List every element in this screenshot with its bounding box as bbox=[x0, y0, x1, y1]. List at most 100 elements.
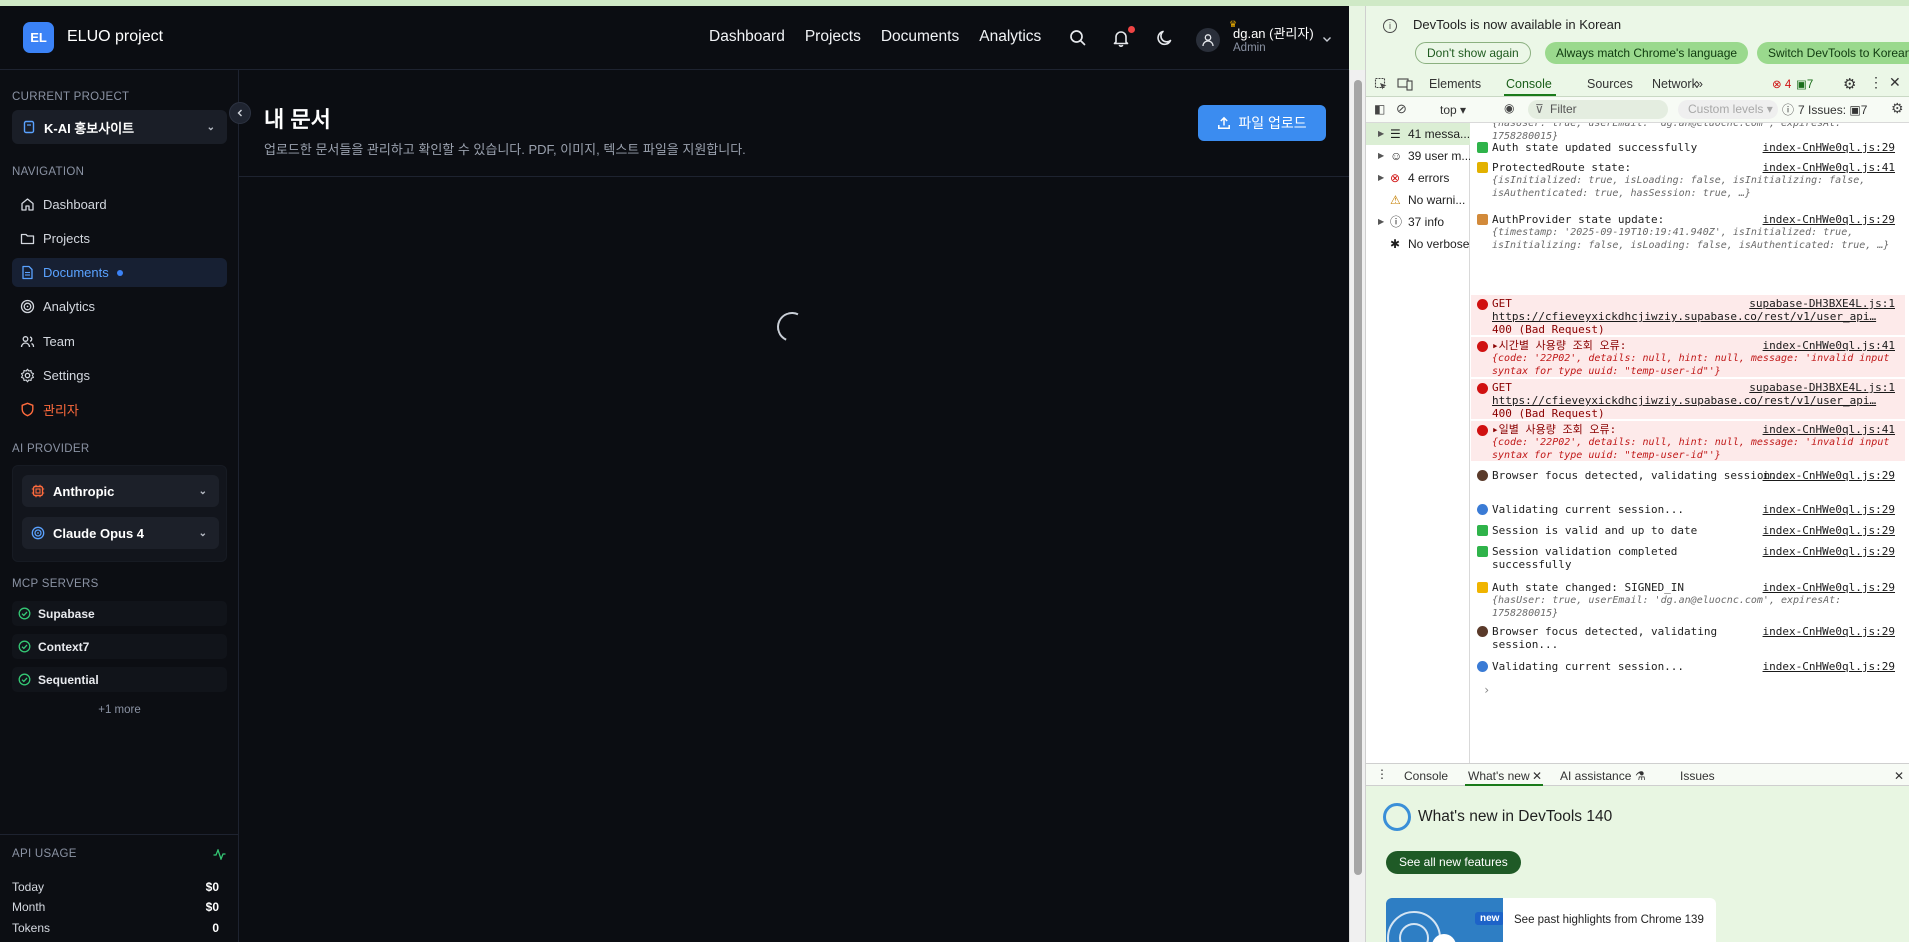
topnav-projects[interactable]: Projects bbox=[805, 28, 861, 46]
sidebar-item-dashboard[interactable]: Dashboard bbox=[12, 190, 227, 219]
log-source-link[interactable]: index-CnHWe0ql.js:41 bbox=[1763, 423, 1895, 436]
log-entry[interactable]: Auth state changed: SIGNED_IN index-CnHW… bbox=[1471, 581, 1905, 620]
close-drawer-icon[interactable]: ✕ bbox=[1894, 769, 1904, 783]
log-entry[interactable]: Session validation completed successfull… bbox=[1471, 545, 1905, 573]
search-icon[interactable] bbox=[1068, 28, 1088, 48]
log-entry[interactable]: AuthProvider state update: index-CnHWe0q… bbox=[1471, 213, 1905, 265]
sidebar-user-messages[interactable]: ▶ ☺ 39 user m... bbox=[1366, 145, 1470, 167]
sidebar-item-team[interactable]: Team bbox=[12, 327, 227, 356]
log-source-link[interactable]: index-CnHWe0ql.js:41 bbox=[1763, 339, 1895, 352]
provider-select[interactable]: Anthropic ⌄ bbox=[22, 475, 219, 507]
topnav-analytics[interactable]: Analytics bbox=[979, 28, 1041, 46]
log-entry[interactable]: ProtectedRoute state: index-CnHWe0ql.js:… bbox=[1471, 161, 1905, 209]
log-entry[interactable]: Browser focus detected, validating sessi… bbox=[1471, 625, 1905, 653]
log-levels-select[interactable]: Custom levels ▾ bbox=[1678, 100, 1778, 119]
settings-gear-icon[interactable]: ⚙ bbox=[1843, 75, 1856, 93]
log-object[interactable]: {hasUser: true, userEmail: 'dg.an@eluocn… bbox=[1492, 123, 1905, 143]
filter-input[interactable]: ⊽ Filter bbox=[1528, 100, 1668, 119]
highlights-card[interactable]: new See past highlights from Chrome 139 bbox=[1386, 898, 1716, 942]
issues-counter[interactable]: 7 Issues: ▣7 bbox=[1798, 103, 1867, 117]
sidebar-info[interactable]: ▶ ⓘ 37 info bbox=[1366, 211, 1470, 233]
error-count-badge[interactable]: ⊗ 4 bbox=[1772, 77, 1791, 91]
live-expression-eye-icon[interactable]: ◉ bbox=[1504, 101, 1514, 115]
user-name[interactable]: dg.an (관리자) bbox=[1233, 23, 1314, 42]
upload-file-button[interactable]: 파일 업로드 bbox=[1198, 105, 1326, 141]
log-object[interactable]: {isInitialized: true, isLoading: false, … bbox=[1492, 174, 1905, 200]
sidebar-collapse-button[interactable] bbox=[229, 102, 251, 124]
mcp-more-link[interactable]: +1 more bbox=[0, 704, 239, 716]
drawer-menu-icon[interactable]: ⋮ bbox=[1376, 767, 1388, 781]
more-options-icon[interactable]: ⋮ bbox=[1869, 74, 1883, 91]
log-source-link[interactable]: index-CnHWe0ql.js:29 bbox=[1763, 581, 1895, 594]
log-source-link[interactable]: index-CnHWe0ql.js:41 bbox=[1763, 161, 1895, 174]
mcp-server-sequential[interactable]: Sequential bbox=[12, 667, 227, 692]
drawer-tab-console[interactable]: Console bbox=[1404, 769, 1448, 783]
log-source-link[interactable]: index-CnHWe0ql.js:29 bbox=[1763, 213, 1895, 226]
sidebar-item-analytics[interactable]: Analytics bbox=[12, 292, 227, 321]
drawer-tab-whats-new[interactable]: What's new bbox=[1468, 769, 1530, 783]
device-toolbar-icon[interactable] bbox=[1397, 77, 1413, 91]
log-entry-error[interactable]: GET supabase-DH3BXE4L.js:1 https://cfiev… bbox=[1471, 379, 1905, 420]
more-tabs-icon[interactable]: » bbox=[1696, 77, 1703, 91]
inspect-element-icon[interactable] bbox=[1374, 77, 1388, 91]
app-title[interactable]: ELUO project bbox=[67, 28, 163, 46]
log-entry[interactable]: {hasUser: true, userEmail: 'dg.an@eluocn… bbox=[1471, 123, 1905, 143]
log-source-link[interactable]: index-CnHWe0ql.js:29 bbox=[1763, 141, 1895, 154]
sidebar-messages[interactable]: ▶ ☰ 41 messa... bbox=[1366, 123, 1470, 145]
log-entry[interactable]: Auth state updated successfully index-Cn… bbox=[1471, 141, 1905, 157]
request-url-link[interactable]: https://cfieveyxickdhcjiwziy.supabase.co… bbox=[1492, 310, 1905, 323]
log-object[interactable]: {code: '22P02', details: null, hint: nul… bbox=[1492, 436, 1905, 462]
switch-to-korean-button[interactable]: Switch DevTools to Korean bbox=[1757, 42, 1909, 64]
match-chrome-language-button[interactable]: Always match Chrome's language bbox=[1545, 42, 1749, 64]
tab-console[interactable]: Console bbox=[1506, 77, 1552, 91]
tab-elements[interactable]: Elements bbox=[1429, 77, 1481, 91]
topnav-dashboard[interactable]: Dashboard bbox=[709, 28, 785, 46]
context-select[interactable]: top ▾ bbox=[1440, 103, 1466, 117]
log-source-link[interactable]: index-CnHWe0ql.js:29 bbox=[1763, 469, 1895, 482]
user-avatar[interactable] bbox=[1196, 28, 1220, 52]
sidebar-item-documents[interactable]: Documents bbox=[12, 258, 227, 287]
console-prompt-icon[interactable]: › bbox=[1483, 683, 1490, 697]
log-source-link[interactable]: index-CnHWe0ql.js:29 bbox=[1763, 660, 1895, 673]
log-source-link[interactable]: supabase-DH3BXE4L.js:1 bbox=[1749, 381, 1895, 394]
close-icon[interactable]: ✕ bbox=[1889, 74, 1901, 91]
log-object[interactable]: {code: '22P02', details: null, hint: nul… bbox=[1492, 352, 1905, 378]
model-select[interactable]: Claude Opus 4 ⌄ bbox=[22, 517, 219, 549]
log-entry[interactable]: Session is valid and up to date index-Cn… bbox=[1471, 524, 1905, 540]
log-source-link[interactable]: index-CnHWe0ql.js:29 bbox=[1763, 503, 1895, 516]
app-logo[interactable]: EL bbox=[23, 22, 54, 53]
sidebar-toggle-icon[interactable]: ◧ bbox=[1374, 102, 1385, 116]
see-all-features-button[interactable]: See all new features bbox=[1386, 851, 1521, 874]
sidebar-item-settings[interactable]: Settings bbox=[12, 361, 227, 390]
log-entry-error[interactable]: GET supabase-DH3BXE4L.js:1 https://cfiev… bbox=[1471, 295, 1905, 336]
log-entry[interactable]: Browser focus detected, validating sessi… bbox=[1471, 469, 1905, 497]
log-source-link[interactable]: supabase-DH3BXE4L.js:1 bbox=[1749, 297, 1895, 310]
page-scrollbar[interactable] bbox=[1349, 70, 1365, 942]
drawer-tab-ai-assistance[interactable]: AI assistance bbox=[1560, 769, 1631, 783]
chevron-down-icon[interactable] bbox=[1321, 33, 1333, 45]
log-entry-error[interactable]: ▸일별 사용량 조회 오류: index-CnHWe0ql.js:41 {cod… bbox=[1471, 421, 1905, 461]
log-object[interactable]: {hasUser: true, userEmail: 'dg.an@eluocn… bbox=[1492, 594, 1905, 620]
scrollbar-thumb[interactable] bbox=[1354, 80, 1362, 875]
topnav-documents[interactable]: Documents bbox=[881, 28, 959, 46]
request-url-link[interactable]: https://cfieveyxickdhcjiwziy.supabase.co… bbox=[1492, 394, 1905, 407]
sidebar-item-projects[interactable]: Projects bbox=[12, 224, 227, 253]
log-object[interactable]: {timestamp: '2025-09-19T10:19:41.940Z', … bbox=[1492, 226, 1905, 252]
close-icon[interactable]: ✕ bbox=[1532, 769, 1542, 783]
log-entry[interactable]: Validating current session... index-CnHW… bbox=[1471, 503, 1905, 519]
clear-console-icon[interactable]: ⊘ bbox=[1396, 101, 1407, 117]
log-source-link[interactable]: index-CnHWe0ql.js:29 bbox=[1763, 545, 1895, 558]
sidebar-verbose[interactable]: ✱ No verbose bbox=[1366, 233, 1470, 255]
log-source-link[interactable]: index-CnHWe0ql.js:29 bbox=[1763, 524, 1895, 537]
sidebar-errors[interactable]: ▶ ⊗ 4 errors bbox=[1366, 167, 1470, 189]
drawer-tab-issues[interactable]: Issues bbox=[1680, 769, 1715, 783]
sidebar-warnings[interactable]: ⚠ No warni... bbox=[1366, 189, 1470, 211]
log-entry[interactable]: Validating current session... index-CnHW… bbox=[1471, 660, 1905, 676]
tab-sources[interactable]: Sources bbox=[1587, 77, 1633, 91]
log-source-link[interactable]: index-CnHWe0ql.js:29 bbox=[1763, 625, 1895, 638]
message-count-badge[interactable]: ▣7 bbox=[1796, 77, 1813, 91]
dark-mode-moon-icon[interactable] bbox=[1155, 28, 1175, 48]
log-entry-error[interactable]: ▸시간별 사용량 조회 오류: index-CnHWe0ql.js:41 {co… bbox=[1471, 337, 1905, 377]
project-select[interactable]: K-AI 홍보사이트 ⌄ bbox=[12, 110, 227, 144]
sidebar-item-admin[interactable]: 관리자 bbox=[12, 395, 227, 424]
